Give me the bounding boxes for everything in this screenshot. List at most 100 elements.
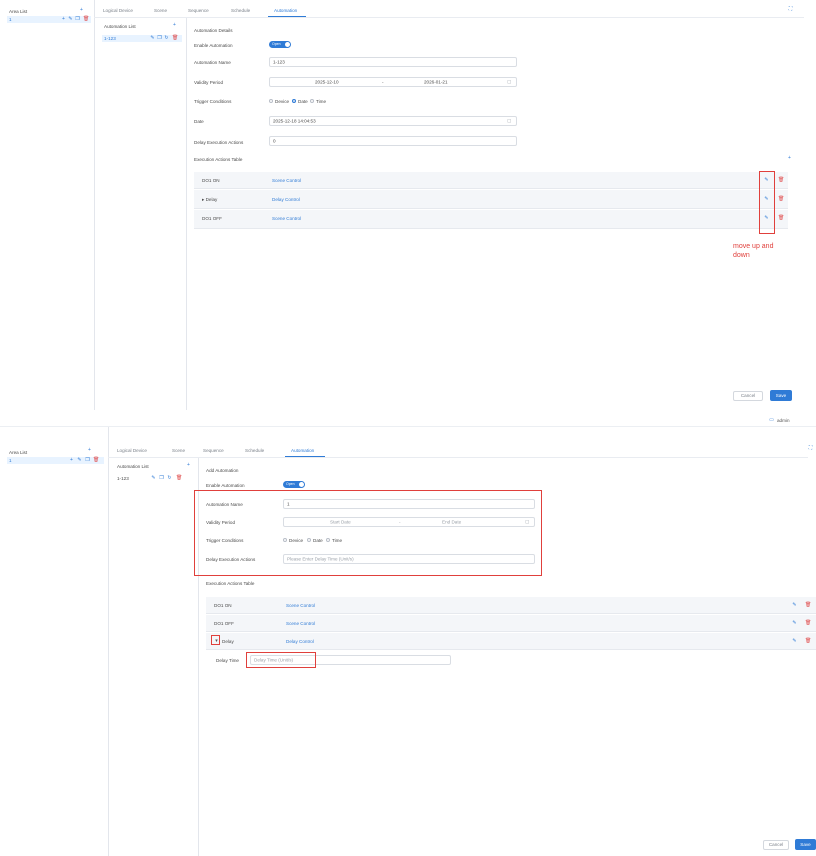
area-list-title: Area List — [9, 450, 28, 455]
delete-icon[interactable]: 🗑 — [778, 178, 784, 183]
enable-automation-toggle[interactable]: Open — [283, 481, 305, 488]
plus-icon[interactable]: + — [172, 23, 177, 28]
user-icon[interactable]: ▭ — [769, 418, 774, 423]
annotation-box — [759, 171, 775, 234]
action-name: DO1 OFF — [202, 216, 222, 221]
actions-table-title: Execution Actions Table — [194, 157, 243, 162]
enable-automation-toggle[interactable]: Open — [269, 41, 291, 48]
delete-icon[interactable]: 🗑 — [172, 36, 178, 41]
copy-icon[interactable]: ❐ — [85, 458, 90, 463]
trigger-radio-device[interactable] — [269, 99, 273, 103]
tabs-bottom-border — [108, 457, 808, 458]
area-list-item-label: 1 — [9, 458, 12, 463]
toggle-knob — [299, 482, 304, 487]
edit-icon[interactable]: ✎ — [792, 639, 797, 644]
action-type-link[interactable]: Delay Control — [286, 639, 314, 644]
tab-sequence[interactable]: Sequence — [203, 448, 224, 453]
toggle-knob — [285, 42, 290, 47]
tab-automation[interactable]: Automation — [291, 448, 314, 453]
automation-list-title: Automation List — [117, 464, 149, 469]
delete-icon[interactable]: 🗑 — [805, 639, 811, 644]
plus-icon[interactable]: + — [186, 463, 191, 468]
tab-schedule[interactable]: Schedule — [231, 8, 250, 13]
action-type-link[interactable]: Scene Control — [286, 603, 315, 608]
calendar-icon: ▢ — [507, 118, 512, 123]
action-type-link[interactable]: Scene Control — [286, 621, 315, 626]
fullscreen-icon[interactable]: ⛶ — [788, 7, 793, 12]
delete-icon[interactable]: 🗑 — [805, 621, 811, 626]
action-name: Delay — [222, 639, 234, 644]
copy-icon[interactable]: ❐ — [159, 476, 164, 481]
cancel-button[interactable]: Cancel — [733, 391, 763, 401]
tab-logical-device[interactable]: Logical Device — [117, 448, 147, 453]
delete-icon[interactable]: 🗑 — [778, 216, 784, 221]
automation-list-title: Automation List — [104, 24, 136, 29]
enable-automation-label: Enable Automation — [194, 43, 233, 48]
save-button[interactable]: Save — [770, 390, 792, 401]
section-title: Automation Details — [194, 28, 233, 33]
plus-icon[interactable]: + — [87, 448, 92, 453]
delete-icon[interactable]: 🗑 — [778, 197, 784, 202]
date-input[interactable]: 2025-12-18 14:04:53 ▢ — [269, 116, 517, 126]
automation-list-item-label[interactable]: 1-123 — [117, 476, 129, 481]
delay-execution-value: 0 — [273, 138, 276, 144]
plus-icon[interactable]: + — [69, 458, 74, 463]
tab-logical-device[interactable]: Logical Device — [103, 8, 133, 13]
edit-icon[interactable]: ✎ — [151, 476, 156, 481]
header-bottom-border — [0, 426, 816, 427]
fullscreen-icon[interactable]: ⛶ — [808, 446, 813, 451]
action-type-link[interactable]: Delay Control — [272, 197, 300, 202]
action-type-link[interactable]: Scene Control — [272, 216, 301, 221]
delete-icon[interactable]: 🗑 — [93, 458, 99, 463]
screenshot-top: Area List + 1 + ✎ ❐ 🗑 Logical Device Sce… — [0, 0, 816, 410]
screenshot-bottom: ▭ admin Area List + 1 + ✎ ❐ 🗑 Logical De… — [0, 414, 816, 856]
automation-name-value: 1-123 — [273, 59, 285, 65]
edit-icon[interactable]: ✎ — [77, 458, 82, 463]
list-divider — [186, 18, 187, 410]
annotation-note: move up and down — [733, 243, 774, 259]
action-name: DO1 ON — [214, 603, 232, 608]
action-name: DO1 ON — [202, 178, 220, 183]
copy-icon[interactable]: ❐ — [157, 36, 162, 41]
delay-execution-input[interactable]: 0 — [269, 136, 517, 146]
trigger-radio-date[interactable] — [292, 99, 296, 103]
trigger-option-date: Date — [298, 99, 308, 104]
date-label: Date — [194, 119, 204, 124]
sidebar-divider — [94, 0, 95, 410]
edit-icon[interactable]: ✎ — [150, 36, 155, 41]
refresh-icon[interactable]: ↻ — [167, 476, 172, 481]
validity-period-picker[interactable]: 2025-12-10 - 2026-01-21 ▢ — [269, 77, 517, 87]
annotation-box — [211, 635, 220, 645]
annotation-box — [194, 490, 542, 576]
copy-icon[interactable]: ❐ — [75, 17, 80, 22]
delete-icon[interactable]: 🗑 — [83, 17, 89, 22]
plus-icon[interactable]: + — [79, 8, 84, 13]
trigger-conditions-label: Trigger Conditions — [194, 99, 232, 104]
plus-icon[interactable]: + — [787, 156, 792, 161]
validity-period-label: Validity Period — [194, 80, 224, 85]
delete-icon[interactable]: 🗑 — [176, 476, 182, 481]
plus-icon[interactable]: + — [61, 17, 66, 22]
tab-sequence[interactable]: Sequence — [188, 8, 209, 13]
trigger-option-device: Device — [275, 99, 290, 104]
toggle-text: Open — [286, 482, 295, 486]
tab-automation[interactable]: Automation — [274, 8, 297, 13]
automation-name-input[interactable]: 1-123 — [269, 57, 517, 67]
edit-icon[interactable]: ✎ — [792, 603, 797, 608]
annotation-box — [246, 652, 316, 668]
tab-scene[interactable]: Scene — [172, 448, 185, 453]
edit-icon[interactable]: ✎ — [792, 621, 797, 626]
header-username[interactable]: admin — [777, 418, 790, 423]
trigger-radio-time[interactable] — [310, 99, 314, 103]
delay-time-label: Delay Time — [216, 658, 239, 663]
delete-icon[interactable]: 🗑 — [805, 603, 811, 608]
save-button[interactable]: Save — [795, 839, 816, 850]
refresh-icon[interactable]: ↻ — [164, 36, 169, 41]
edit-icon[interactable]: ✎ — [68, 17, 73, 22]
tab-scene[interactable]: Scene — [154, 8, 167, 13]
action-name: DO1 OFF — [214, 621, 234, 626]
action-type-link[interactable]: Scene Control — [272, 178, 301, 183]
cancel-button[interactable]: Cancel — [763, 840, 789, 850]
toggle-text: Open — [272, 42, 281, 46]
tab-schedule[interactable]: Schedule — [245, 448, 264, 453]
